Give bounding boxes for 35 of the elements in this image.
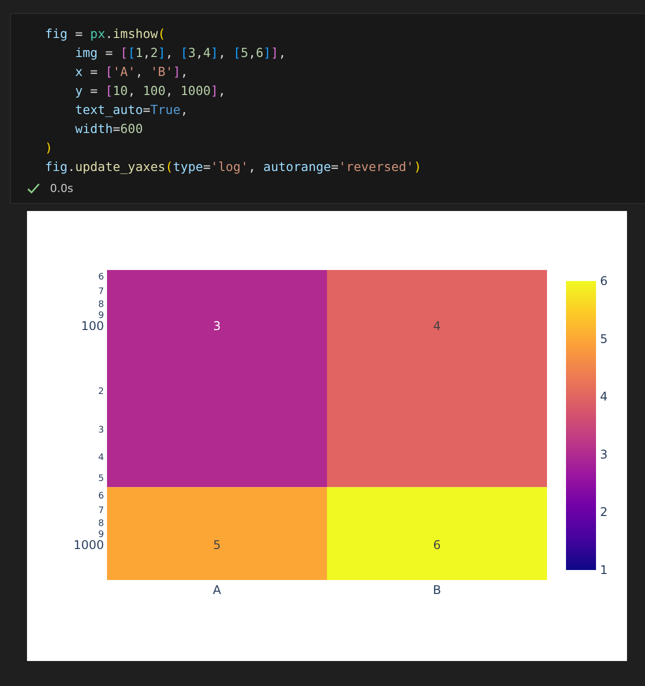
colorbar-tick-label: 5 [600,332,608,346]
code-line: img = [[1,2], [3,4], [5,6]], [74,44,287,62]
x-tick-label: B [432,583,442,597]
y-tick-label: 7 [98,287,104,298]
cell-value: 5 [213,538,221,552]
code-line: fig = px.imshow( [45,25,166,43]
y-tick-label: 4 [98,452,104,463]
y-tick-label: 7 [98,506,104,516]
colorbar-tick-label: 1 [600,563,608,577]
y-tick-label: 100 [81,319,104,333]
y-tick-label: 8 [98,518,104,529]
y-tick-label: 5 [98,474,104,484]
colorbar-tick-label: 4 [600,390,608,404]
cell-value: 3 [213,319,221,333]
x-tick-label: A [212,583,222,597]
cell-value: 6 [433,538,441,552]
y-tick-label: 9 [98,530,104,540]
execution-time: 0.0s [50,182,74,195]
cell-value: 4 [433,319,441,333]
colorbar-tick-label: 6 [600,274,608,288]
code-line: y = [10, 100, 1000], [74,82,227,100]
y-tick-label: 6 [98,272,104,282]
y-tick-label: 9 [98,310,104,321]
y-tick-label: 8 [98,300,104,310]
code-line: x = ['A', 'B'], [74,63,190,81]
code-line: text_auto=True, [74,101,190,119]
y-tick-label: 6 [98,491,104,502]
colorbar-tick-label: 3 [600,447,608,462]
code-line: width=600 [74,120,144,138]
code-line: fig.update_yaxes(type='log', autorange='reversed') [45,158,422,176]
y-tick-label: 3 [98,426,104,436]
y-tick-label: 1000 [73,538,104,552]
code-line: ) [45,139,54,157]
colorbar-tick-label: 2 [600,505,608,520]
y-tick-label: 2 [98,386,104,397]
